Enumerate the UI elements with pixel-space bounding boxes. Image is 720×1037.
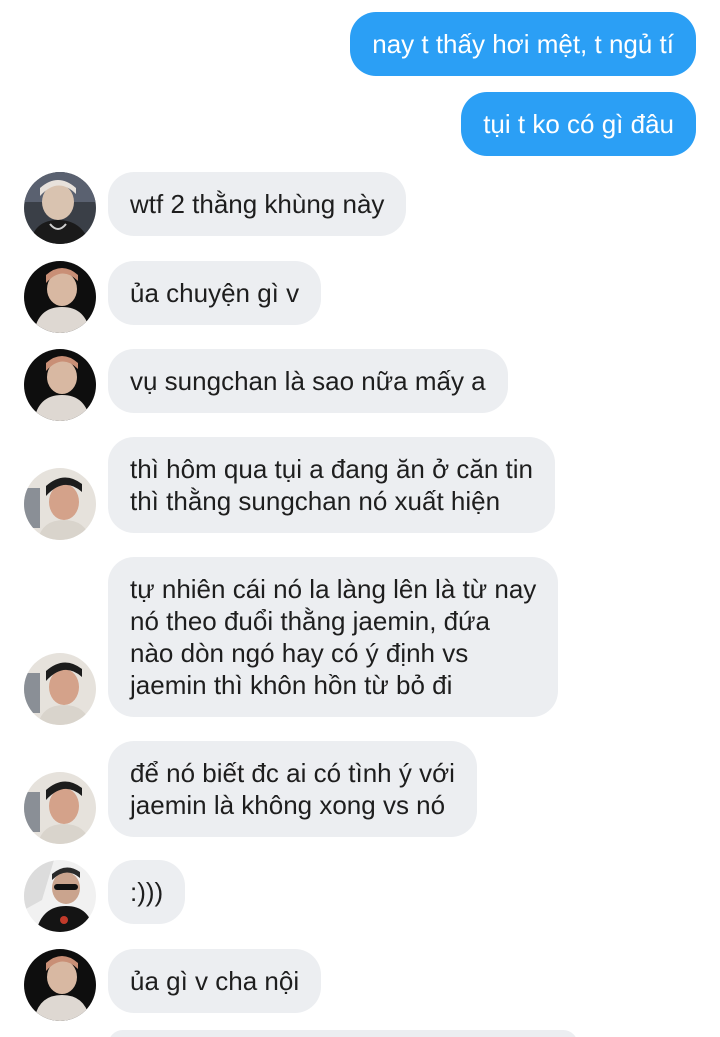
message-bubble-incoming[interactable]: để nó biết đc ai có tình ý với jaemin là… (108, 741, 477, 837)
sender-avatar[interactable] (24, 772, 96, 844)
avatar-b-image (24, 949, 96, 1021)
chat-thread: nay t thấy hơi mệt, t ngủ tí tụi t ko có… (0, 0, 720, 1037)
avatar-c-image (24, 772, 96, 844)
message-bubble-incoming[interactable]: vụ sungchan là sao nữa mấy a (108, 349, 508, 413)
message-bubble-outgoing[interactable]: nay t thấy hơi mệt, t ngủ tí (350, 12, 696, 76)
avatar-b-image (24, 261, 96, 333)
message-bubble-incoming[interactable]: tự nhiên cái nó la làng lên là từ nay nó… (108, 557, 559, 717)
sender-avatar[interactable] (24, 860, 96, 932)
sender-avatar[interactable] (24, 949, 96, 1021)
avatar-c-image (24, 468, 96, 540)
sender-avatar[interactable] (24, 349, 96, 421)
avatar-c-image (24, 653, 96, 725)
message-bubble-incoming[interactable]: thì hôm qua tụi a đang ăn ở căn tin thì … (108, 437, 555, 533)
avatar-b-image (24, 349, 96, 421)
message-bubble-outgoing[interactable]: tụi t ko có gì đâu (461, 92, 696, 156)
sender-avatar[interactable] (24, 261, 96, 333)
sender-avatar[interactable] (24, 468, 96, 540)
message-bubble-incoming[interactable]: ủa chuyện gì v (108, 261, 322, 325)
message-bubble-incoming[interactable]: :))) (108, 860, 186, 924)
message-bubble-incoming[interactable]: ủa gì v cha nội (108, 949, 322, 1013)
avatar-d-image (24, 860, 96, 932)
message-bubble-incoming[interactable]: wtf 2 thằng khùng này (108, 172, 407, 236)
avatar-a-image (24, 172, 96, 244)
sender-avatar[interactable] (24, 653, 96, 725)
sender-avatar[interactable] (24, 172, 96, 244)
message-bubble-incoming-partial[interactable] (108, 1030, 578, 1037)
